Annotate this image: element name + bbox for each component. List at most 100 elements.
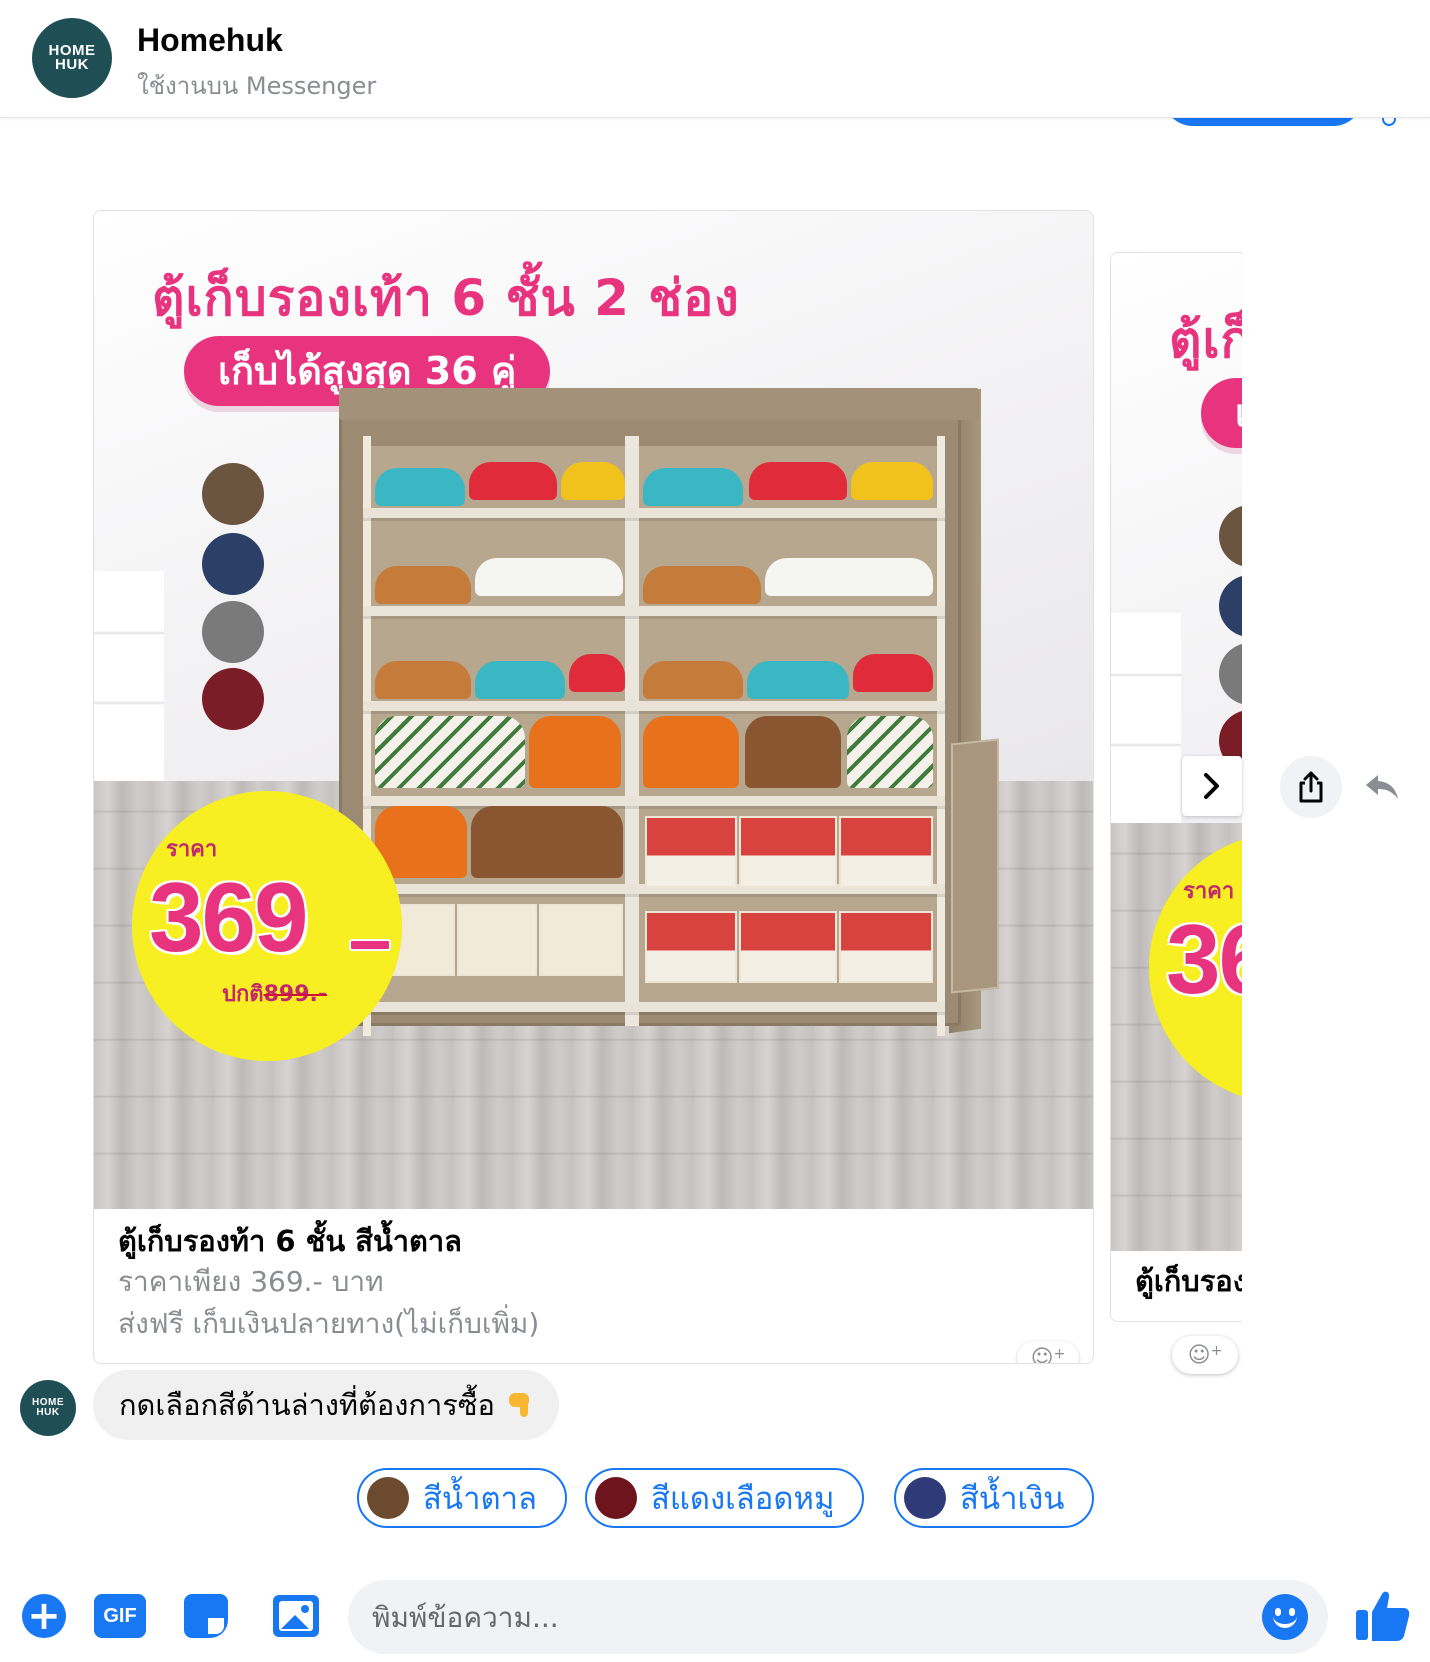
logo-line2: HUK — [36, 1407, 60, 1418]
cabinet-shelf — [363, 1002, 945, 1012]
shoe — [375, 661, 471, 699]
normal-price-label: ปกติ — [222, 982, 264, 1007]
color-swatch-gray — [202, 601, 264, 663]
message-input[interactable] — [372, 1580, 1252, 1654]
price-badge-value: 369 — [149, 862, 309, 972]
quick-reply-label: สีแดงเลือดหมู — [651, 1481, 835, 1517]
message-input-container — [348, 1580, 1328, 1654]
price-badge-normal: ปกติ899.- — [222, 976, 327, 1011]
quick-reply-navy[interactable]: สีน้ำเงิน — [894, 1468, 1095, 1528]
shoe — [749, 462, 847, 500]
shoe — [375, 566, 471, 604]
message-text: กดเลือกสีด้านล่างที่ต้องการซื้อ — [119, 1388, 495, 1422]
plus-icon: + — [22, 1594, 66, 1638]
shoe-box — [839, 911, 933, 983]
cabinet-pole — [937, 436, 945, 1036]
more-actions-button[interactable]: + — [18, 1590, 70, 1642]
image-stairs — [94, 571, 164, 791]
image-icon — [273, 1595, 319, 1637]
chat-header: HOME HUK Homehuk ใช้งานบน Messenger — [0, 0, 1430, 118]
shoe — [851, 462, 933, 500]
cabinet-side-pocket — [951, 738, 999, 994]
like-button[interactable] — [1352, 1588, 1412, 1644]
gif-icon: GIF — [94, 1594, 146, 1638]
shoe — [375, 716, 525, 788]
quick-reply-label: สีน้ำเงิน — [960, 1481, 1065, 1517]
product-image[interactable]: ตู้เก็บรองเท้า 6 ชั้น 2 ช่อง เก็บได้สูงส… — [1111, 253, 1242, 1251]
reply-arrow-icon — [1366, 775, 1398, 799]
shoe — [853, 654, 933, 692]
price-badge-value: 369 — [1166, 904, 1242, 1014]
color-swatch-brown — [202, 463, 264, 525]
product-card[interactable]: ตู้เก็บรองเท้า 6 ชั้น 2 ช่อง เก็บได้สูงส… — [93, 210, 1094, 1364]
quick-reply-brown[interactable]: สีน้ำตาล — [357, 1468, 568, 1528]
messenger-window: HOME HUK Homehuk ใช้งานบน Messenger ตู้เ… — [0, 0, 1430, 1662]
received-message-bubble[interactable]: กดเลือกสีด้านล่างที่ต้องการซื้อ — [93, 1370, 559, 1440]
emoji-eye — [1275, 1608, 1281, 1616]
shoe — [469, 462, 557, 500]
shoe-box — [645, 911, 737, 983]
gif-button[interactable]: GIF — [94, 1590, 146, 1642]
shoe-cabinet-illustration — [339, 388, 999, 1036]
card-price-line: ราคาเพียง 369.- บาท — [118, 1265, 384, 1298]
share-button[interactable] — [1280, 756, 1342, 818]
quick-reply-color-dot — [595, 1477, 637, 1519]
emoji-eye — [1289, 1608, 1295, 1616]
shoe — [747, 661, 849, 699]
shoe — [375, 468, 465, 506]
shoe — [643, 661, 743, 699]
cabinet-shelf — [363, 606, 945, 616]
reply-button[interactable] — [1362, 770, 1402, 804]
quick-reply-maroon[interactable]: สีแดงเลือดหมู — [585, 1468, 865, 1528]
page-avatar[interactable]: HOME HUK — [32, 18, 112, 98]
shoe — [569, 654, 625, 692]
smile-plus-icon: ☺+ — [1030, 1345, 1066, 1364]
small-logo: HOME HUK — [32, 1398, 64, 1418]
photo-button[interactable] — [270, 1590, 322, 1642]
carousel-next-button[interactable] — [1182, 756, 1242, 816]
page-subtitle: ใช้งานบน Messenger — [137, 72, 377, 100]
page-avatar-small[interactable]: HOME HUK — [20, 1380, 76, 1436]
shoe — [847, 716, 933, 788]
shoe — [643, 716, 739, 788]
shoe — [529, 716, 621, 788]
product-image[interactable]: ตู้เก็บรองเท้า 6 ชั้น 2 ช่อง เก็บได้สูงส… — [94, 211, 1093, 1209]
page-name[interactable]: Homehuk — [137, 22, 283, 59]
cabinet-shelf — [363, 796, 945, 806]
quick-reply-color-dot — [904, 1477, 946, 1519]
shoe — [745, 716, 841, 788]
shoe-box — [739, 816, 837, 888]
point-down-emoji-icon — [507, 1391, 533, 1419]
card-shipping-line: ส่งฟรี เก็บเงินปลายทาง(ไม่เก็บเพิ่ม) — [118, 1307, 540, 1340]
emoji-mouth — [1273, 1616, 1297, 1628]
logo-line2: HUK — [55, 56, 89, 73]
shoe — [643, 468, 743, 506]
price-badge-dash — [349, 939, 391, 951]
smile-plus-icon: ☺+ — [1187, 1342, 1223, 1368]
color-swatch-navy — [202, 533, 264, 595]
shoe — [561, 462, 625, 500]
shoe-box — [457, 904, 537, 976]
shoe — [475, 661, 565, 699]
add-reaction-button[interactable]: ☺+ — [1017, 1341, 1079, 1364]
sticker-icon — [184, 1594, 228, 1638]
card-title: ตู้เก็บรองท้า 6 ชั้น สีแดงเลือดหมู — [1135, 1264, 1242, 1298]
shoe-box — [539, 904, 623, 976]
quick-reply-color-dot — [367, 1477, 409, 1519]
cabinet-shelf — [363, 701, 945, 711]
shoe-box — [839, 816, 933, 888]
cabinet-top — [339, 388, 979, 420]
emoji-button[interactable] — [1262, 1594, 1308, 1640]
cabinet-shelf — [363, 508, 945, 518]
shoe-box — [645, 816, 737, 888]
card-title: ตู้เก็บรองท้า 6 ชั้น สีน้ำตาล — [118, 1224, 462, 1258]
image-stairs — [1111, 613, 1181, 833]
shoe — [471, 806, 623, 878]
quick-reply-label: สีน้ำตาล — [423, 1481, 538, 1517]
normal-price-value: 899.- — [263, 982, 327, 1007]
shoe-box — [739, 911, 837, 983]
add-reaction-button[interactable]: ☺+ — [1172, 1336, 1238, 1374]
sticker-button[interactable] — [180, 1590, 232, 1642]
shoe — [765, 558, 933, 596]
chevron-right-icon — [1204, 773, 1219, 799]
